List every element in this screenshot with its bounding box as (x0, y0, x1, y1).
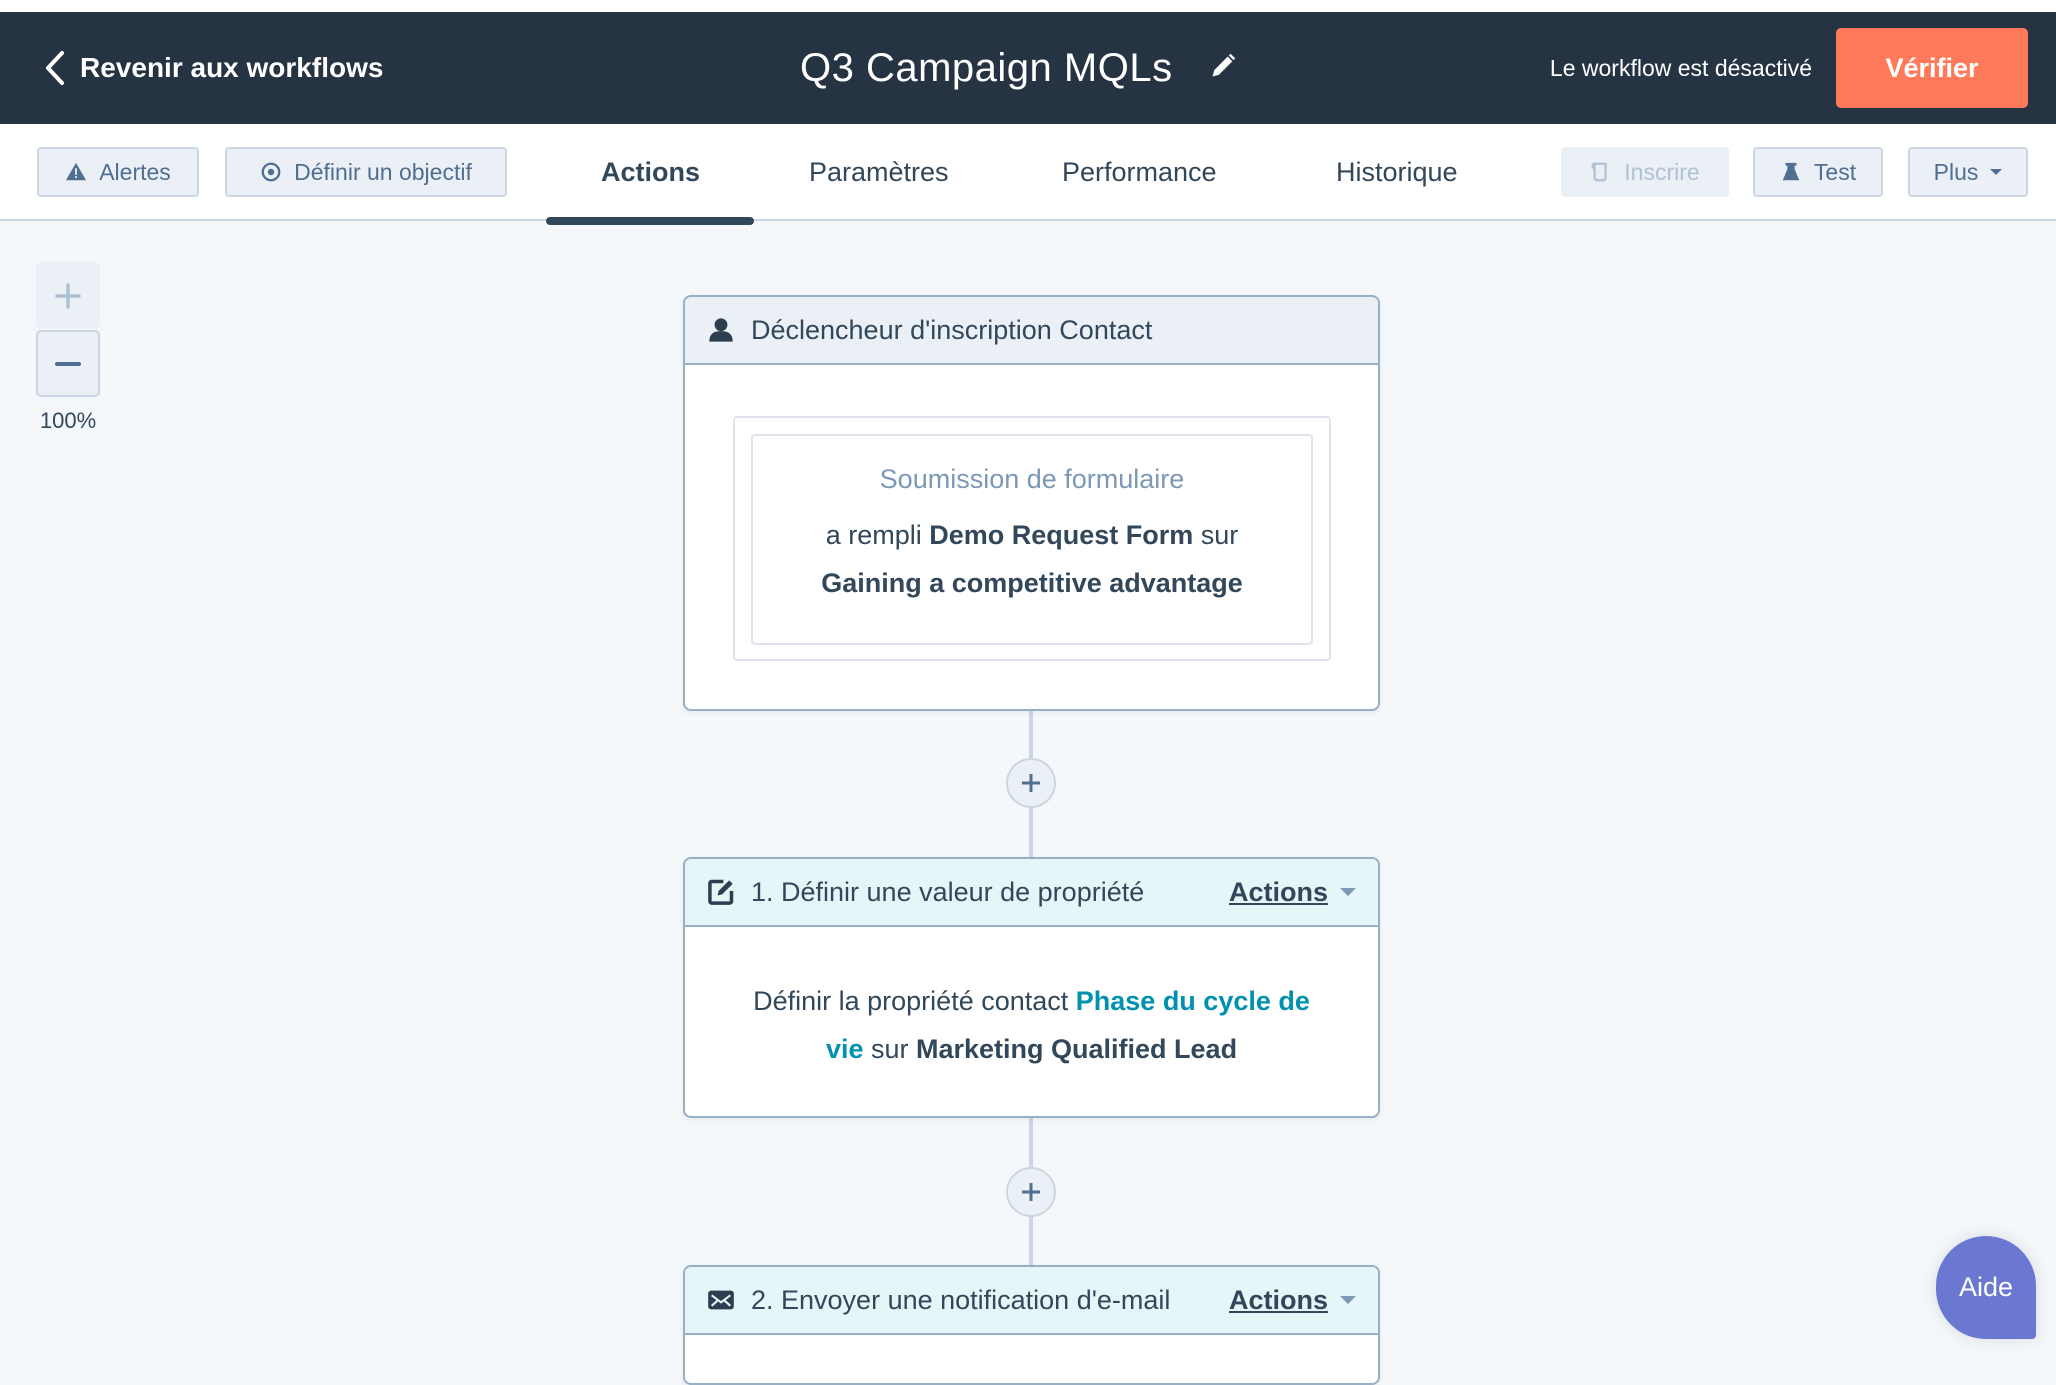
edit-icon (708, 879, 734, 905)
plus-icon (1022, 774, 1040, 792)
active-tab-indicator (546, 217, 754, 225)
trigger-filter[interactable]: Soumission de formulaire a rempli Demo R… (751, 434, 1313, 645)
target-icon (261, 162, 281, 182)
action-card-header: 2. Envoyer une notification d'e-mail Act… (685, 1267, 1378, 1335)
action-text: sur (863, 1034, 916, 1064)
filter-text: a rempli (825, 520, 930, 550)
action-card-send-notification[interactable]: 2. Envoyer une notification d'e-mail Act… (683, 1265, 1380, 1385)
more-label: Plus (1933, 158, 1979, 185)
set-goal-button[interactable]: Définir un objectif (225, 147, 507, 197)
tab-actions[interactable]: Actions (601, 124, 700, 221)
more-dropdown[interactable]: Plus (1908, 147, 2028, 197)
caret-down-icon (1340, 1296, 1356, 1304)
test-label: Test (1813, 158, 1857, 185)
caret-down-icon (1340, 888, 1356, 896)
enrollment-trigger-card: Déclencheur d'inscription Contact Soumis… (683, 295, 1380, 711)
test-button[interactable]: Test (1753, 147, 1883, 197)
tab-performance[interactable]: Performance (1062, 124, 1217, 221)
trigger-card-header: Déclencheur d'inscription Contact (685, 297, 1378, 365)
workflow-status: Le workflow est désactivé (1549, 54, 1812, 81)
warning-icon (66, 162, 87, 181)
toolbar: Alertes Définir un objectif Actions Para… (0, 124, 2056, 225)
filter-description: a rempli Demo Request Form sur Gaining a… (783, 511, 1281, 607)
workflow-title[interactable]: Q3 Campaign MQLs (800, 46, 1173, 91)
page-name: Gaining a competitive advantage (821, 568, 1243, 598)
verify-button[interactable]: Vérifier (1836, 28, 2028, 108)
trigger-filter-group: Soumission de formulaire a rempli Demo R… (733, 416, 1331, 661)
edit-title-button[interactable] (1209, 52, 1237, 85)
title-area: Q3 Campaign MQLs (800, 12, 1237, 124)
zoom-out-button[interactable] (36, 330, 100, 397)
actions-dropdown[interactable]: Actions (1229, 877, 1356, 908)
back-to-workflows-link[interactable]: Revenir aux workflows (44, 12, 383, 124)
enroll-button[interactable]: Inscrire (1561, 147, 1729, 197)
flask-icon (1782, 162, 1800, 181)
actions-dropdown[interactable]: Actions (1229, 1285, 1356, 1316)
tab-parametres[interactable]: Paramètres (809, 124, 949, 221)
filter-type: Soumission de formulaire (879, 464, 1185, 494)
envelope-icon (708, 1290, 734, 1310)
alerts-button[interactable]: Alertes (37, 147, 199, 197)
action-text: Définir la propriété contact (753, 986, 1076, 1016)
contact-person-icon (709, 318, 733, 342)
zoom-level: 100% (39, 408, 97, 433)
alerts-label: Alertes (99, 158, 171, 185)
caret-down-icon (1990, 169, 2003, 175)
plus-icon (1022, 1183, 1040, 1201)
help-button[interactable]: Aide (1936, 1236, 2036, 1339)
property-value: Marketing Qualified Lead (916, 1034, 1238, 1064)
plus-icon (55, 282, 81, 309)
action-card-set-property[interactable]: 1. Définir une valeur de propriété Actio… (683, 857, 1380, 1118)
action-description: Définir la propriété contact Phase du cy… (685, 927, 1378, 1073)
action-title: 2. Envoyer une notification d'e-mail (751, 1284, 1171, 1315)
form-name: Demo Request Form (929, 520, 1194, 550)
actions-label: Actions (1228, 876, 1328, 907)
action-card-header: 1. Définir une valeur de propriété Actio… (685, 859, 1378, 927)
filter-text: sur (1193, 520, 1239, 550)
trigger-title: Déclencheur d'inscription Contact (751, 314, 1153, 345)
chevron-left-icon (46, 51, 64, 85)
tab-historique[interactable]: Historique (1336, 124, 1458, 221)
set-goal-label: Définir un objectif (294, 158, 472, 185)
pencil-icon (1212, 53, 1235, 76)
add-action-button[interactable] (1006, 758, 1056, 808)
enroll-label: Inscrire (1624, 158, 1700, 185)
action-title: 1. Définir une valeur de propriété (751, 876, 1145, 907)
minus-icon (55, 361, 81, 366)
back-label: Revenir aux workflows (80, 52, 384, 83)
scroll-icon (1591, 162, 1608, 182)
actions-label: Actions (1228, 1284, 1328, 1315)
workflow-header: Revenir aux workflows Q3 Campaign MQLs L… (0, 12, 2056, 124)
top-strip (0, 0, 2056, 12)
add-action-button[interactable] (1006, 1167, 1056, 1217)
zoom-in-button[interactable] (36, 262, 100, 329)
